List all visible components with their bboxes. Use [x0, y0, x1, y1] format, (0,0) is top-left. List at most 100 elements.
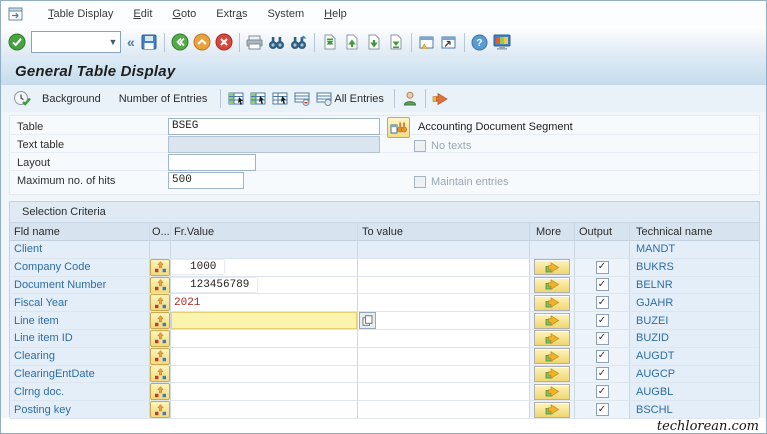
menu-extras[interactable]: Extras — [206, 4, 257, 24]
table-contents-icon[interactable] — [226, 88, 246, 110]
next-page-icon[interactable] — [364, 31, 384, 53]
table-input[interactable]: BSEG — [168, 118, 380, 135]
col-to-value: To value — [358, 223, 530, 240]
more-button[interactable] — [534, 259, 570, 276]
from-value-field[interactable] — [171, 241, 358, 259]
selection-option-button[interactable] — [150, 312, 170, 329]
output-checkbox[interactable]: ✓ — [595, 331, 609, 345]
selection-option-button[interactable] — [150, 365, 170, 383]
all-entries-button[interactable]: All Entries — [334, 90, 390, 108]
to-value-field[interactable] — [358, 294, 530, 313]
more-button[interactable] — [534, 276, 570, 293]
selection-option-button[interactable] — [150, 258, 170, 276]
selection-option-button[interactable] — [150, 383, 170, 401]
to-value-field[interactable] — [358, 312, 530, 330]
menu-table-display[interactable]: Table Display — [38, 4, 123, 24]
to-value-field[interactable] — [358, 258, 530, 277]
end-session-icon[interactable] — [431, 88, 451, 110]
output-checkbox[interactable]: ✓ — [595, 349, 609, 363]
toolbar-separator — [410, 32, 412, 52]
more-button[interactable] — [534, 294, 570, 311]
form-divider — [10, 134, 759, 135]
output-checkbox[interactable]: ✓ — [595, 385, 609, 399]
new-session-icon[interactable] — [417, 31, 437, 53]
command-input[interactable] — [32, 34, 106, 50]
from-value-field[interactable]: 2021 — [171, 294, 358, 313]
execute-background-icon[interactable] — [12, 88, 32, 110]
more-cell — [530, 312, 575, 330]
more-button[interactable] — [534, 312, 570, 329]
layout-icon[interactable] — [492, 31, 512, 53]
menu-system[interactable]: System — [257, 4, 314, 24]
col-from-value: Fr.Value — [171, 223, 358, 240]
related-tables-icon[interactable] — [387, 117, 410, 138]
delete-entries-icon[interactable] — [292, 88, 312, 110]
output-checkbox[interactable]: ✓ — [595, 296, 609, 310]
from-value-field[interactable]: 123456789 — [171, 276, 358, 295]
selection-option-button[interactable] — [150, 329, 170, 347]
to-value-field[interactable] — [358, 276, 530, 295]
menu-edit[interactable]: Edit — [123, 4, 162, 24]
page-title: General Table Display — [15, 63, 176, 80]
to-value-field[interactable] — [358, 401, 530, 419]
more-button[interactable] — [534, 401, 570, 418]
find-next-icon[interactable] — [289, 31, 309, 53]
number-of-entries-button[interactable]: Number of Entries — [110, 90, 217, 108]
find-icon[interactable] — [267, 31, 287, 53]
back-icon[interactable] — [170, 31, 190, 53]
shortcut-icon[interactable] — [439, 31, 459, 53]
selection-option-button[interactable] — [150, 294, 170, 312]
enter-icon[interactable] — [7, 31, 27, 53]
option-cell — [150, 365, 171, 384]
collapse-icon[interactable]: « — [124, 34, 138, 50]
max-hits-input[interactable]: 500 — [168, 172, 244, 189]
output-cell: ✓ — [575, 383, 630, 402]
display-entries-icon[interactable] — [270, 88, 290, 110]
exit-icon[interactable] — [192, 31, 212, 53]
all-entries-icon[interactable] — [314, 88, 334, 110]
layout-input[interactable] — [168, 154, 256, 171]
previous-page-icon[interactable] — [342, 31, 362, 53]
option-cell — [150, 401, 171, 419]
from-value-field[interactable] — [171, 312, 358, 330]
help-icon[interactable]: ? — [470, 31, 490, 53]
sap-session-icon[interactable] — [8, 6, 24, 21]
from-value-field[interactable] — [171, 401, 358, 419]
output-checkbox[interactable]: ✓ — [595, 367, 609, 381]
paste-icon[interactable] — [359, 312, 376, 329]
from-value-field[interactable] — [171, 329, 358, 348]
more-button[interactable] — [534, 348, 570, 365]
last-page-icon[interactable] — [386, 31, 406, 53]
output-checkbox[interactable]: ✓ — [595, 403, 609, 417]
more-button[interactable] — [534, 383, 570, 400]
from-value-field[interactable]: 1000 — [171, 258, 358, 277]
user-settings-icon[interactable] — [400, 88, 420, 110]
output-checkbox[interactable]: ✓ — [595, 278, 609, 292]
background-button[interactable]: Background — [33, 90, 110, 108]
select-entries-icon[interactable] — [248, 88, 268, 110]
to-value-field[interactable] — [358, 383, 530, 402]
selection-option-button[interactable] — [150, 276, 170, 294]
from-value-field[interactable] — [171, 365, 358, 384]
to-value-field[interactable] — [358, 329, 530, 348]
form-divider — [10, 170, 759, 171]
command-dropdown-icon[interactable]: ▼ — [106, 32, 120, 52]
from-value-field[interactable] — [171, 383, 358, 402]
print-icon[interactable] — [245, 31, 265, 53]
save-icon[interactable] — [139, 31, 159, 53]
more-button[interactable] — [534, 365, 570, 382]
from-value-field[interactable] — [171, 347, 358, 366]
first-page-icon[interactable] — [320, 31, 340, 53]
selection-option-button[interactable] — [150, 401, 170, 418]
output-checkbox[interactable]: ✓ — [595, 260, 609, 274]
menu-help[interactable]: Help — [314, 4, 357, 24]
command-field[interactable]: ▼ — [31, 31, 121, 53]
to-value-field[interactable] — [358, 347, 530, 366]
output-checkbox[interactable]: ✓ — [595, 314, 609, 328]
cancel-icon[interactable] — [214, 31, 234, 53]
to-value-field[interactable] — [358, 241, 530, 259]
menu-goto[interactable]: Goto — [162, 4, 206, 24]
more-button[interactable] — [534, 330, 570, 347]
selection-option-button[interactable] — [150, 347, 170, 365]
to-value-field[interactable] — [358, 365, 530, 384]
